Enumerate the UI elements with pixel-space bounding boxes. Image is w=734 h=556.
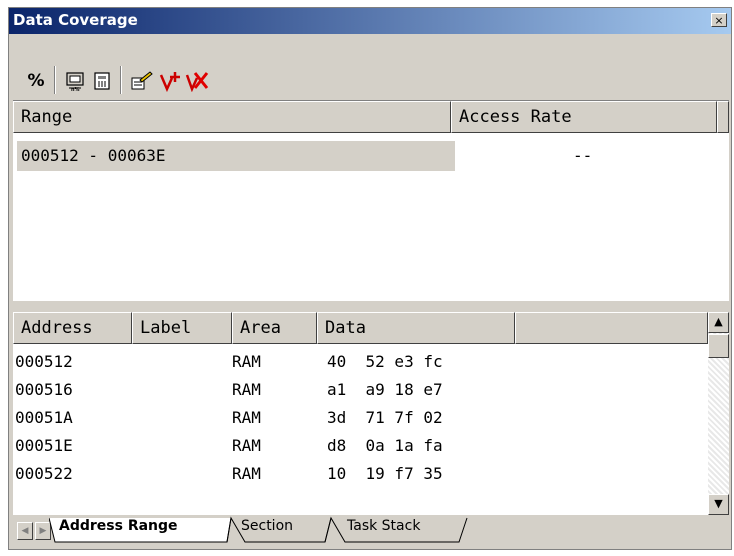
table-row[interactable]: 000512 RAM 40 52 e3 fc (13, 350, 707, 378)
coverage-button[interactable]: n% (62, 68, 88, 94)
chevron-up-icon: ▲ (714, 315, 723, 328)
scroll-thumb[interactable] (708, 334, 729, 358)
window-title: Data Coverage (13, 11, 138, 29)
address-column-header[interactable]: Address (13, 312, 132, 344)
tab-task-stack[interactable]: Task Stack (347, 518, 420, 534)
chevron-right-icon: ▶ (39, 526, 47, 536)
area-cell: RAM (232, 464, 261, 483)
chevron-left-icon: ◀ (21, 526, 29, 536)
table-row[interactable]: 000522 RAM 10 19 f7 35 (13, 462, 707, 490)
edit-range-icon (131, 71, 153, 90)
range-column-header[interactable]: Range (13, 101, 451, 133)
address-cell: 00051A (15, 408, 73, 427)
access-rate-column-header[interactable]: Access Rate (451, 101, 717, 133)
address-cell: 000522 (15, 464, 73, 483)
address-cell: 000512 (15, 352, 73, 371)
toolbar-separator (120, 66, 122, 94)
table-row[interactable]: 00051E RAM d8 0a 1a fa (13, 434, 707, 462)
scroll-down-button[interactable]: ▼ (708, 494, 729, 515)
address-cell: 000516 (15, 380, 73, 399)
memory-icon (94, 72, 110, 90)
memory-button[interactable] (89, 68, 115, 94)
table-row[interactable]: 000516 RAM a1 a9 18 e7 (13, 378, 707, 406)
vertical-scrollbar[interactable]: ▲ ▼ (708, 312, 729, 515)
area-column-header[interactable]: Area (232, 312, 317, 344)
data-column-header[interactable]: Data (317, 312, 515, 344)
close-button[interactable]: × (711, 13, 727, 27)
empty-column-header (515, 312, 708, 344)
range-table: Range Access Rate 000512 - 00063E -- (13, 100, 729, 301)
edit-range-button[interactable] (129, 68, 155, 94)
delete-range-button[interactable] (184, 68, 210, 94)
tab-address-range[interactable]: Address Range (59, 518, 178, 534)
access-rate-value: -- (573, 146, 593, 165)
percent-button[interactable]: % (23, 68, 49, 94)
toolbar-separator (54, 66, 56, 94)
svg-text:n%: n% (71, 87, 80, 92)
coverage-icon: n% (66, 72, 84, 92)
data-table: Address Label Area Data 000512 RAM 40 52… (13, 312, 729, 515)
range-value: 000512 - 00063E (21, 146, 166, 165)
table-row[interactable]: 00051A RAM 3d 71 7f 02 (13, 406, 707, 434)
area-cell: RAM (232, 352, 261, 371)
data-coverage-window: Data Coverage × % n% Range Access Rate 0… (8, 7, 732, 550)
range-row[interactable]: 000512 - 00063E (17, 141, 455, 171)
address-cell: 00051E (15, 436, 73, 455)
add-range-icon (159, 72, 180, 92)
add-range-button[interactable] (157, 68, 183, 94)
data-cell: 10 19 f7 35 (327, 464, 443, 483)
data-cell: a1 a9 18 e7 (327, 380, 443, 399)
area-cell: RAM (232, 408, 261, 427)
tab-bar: ◀ ▶ Address Range Section Task Stack (13, 516, 729, 546)
chevron-down-icon: ▼ (714, 497, 723, 510)
tab-scroll-left-button[interactable]: ◀ (17, 522, 33, 540)
area-cell: RAM (232, 380, 261, 399)
label-column-header[interactable]: Label (132, 312, 232, 344)
data-cell: 3d 71 7f 02 (327, 408, 443, 427)
scroll-up-button[interactable]: ▲ (708, 312, 729, 333)
data-cell: 40 52 e3 fc (327, 352, 443, 371)
area-cell: RAM (232, 436, 261, 455)
empty-column-header (717, 101, 729, 133)
tab-section[interactable]: Section (241, 518, 293, 534)
data-cell: d8 0a 1a fa (327, 436, 443, 455)
toolbar: % n% (9, 34, 731, 100)
percent-icon: % (27, 71, 45, 91)
title-bar[interactable]: Data Coverage × (9, 8, 731, 34)
delete-range-icon (185, 72, 209, 92)
